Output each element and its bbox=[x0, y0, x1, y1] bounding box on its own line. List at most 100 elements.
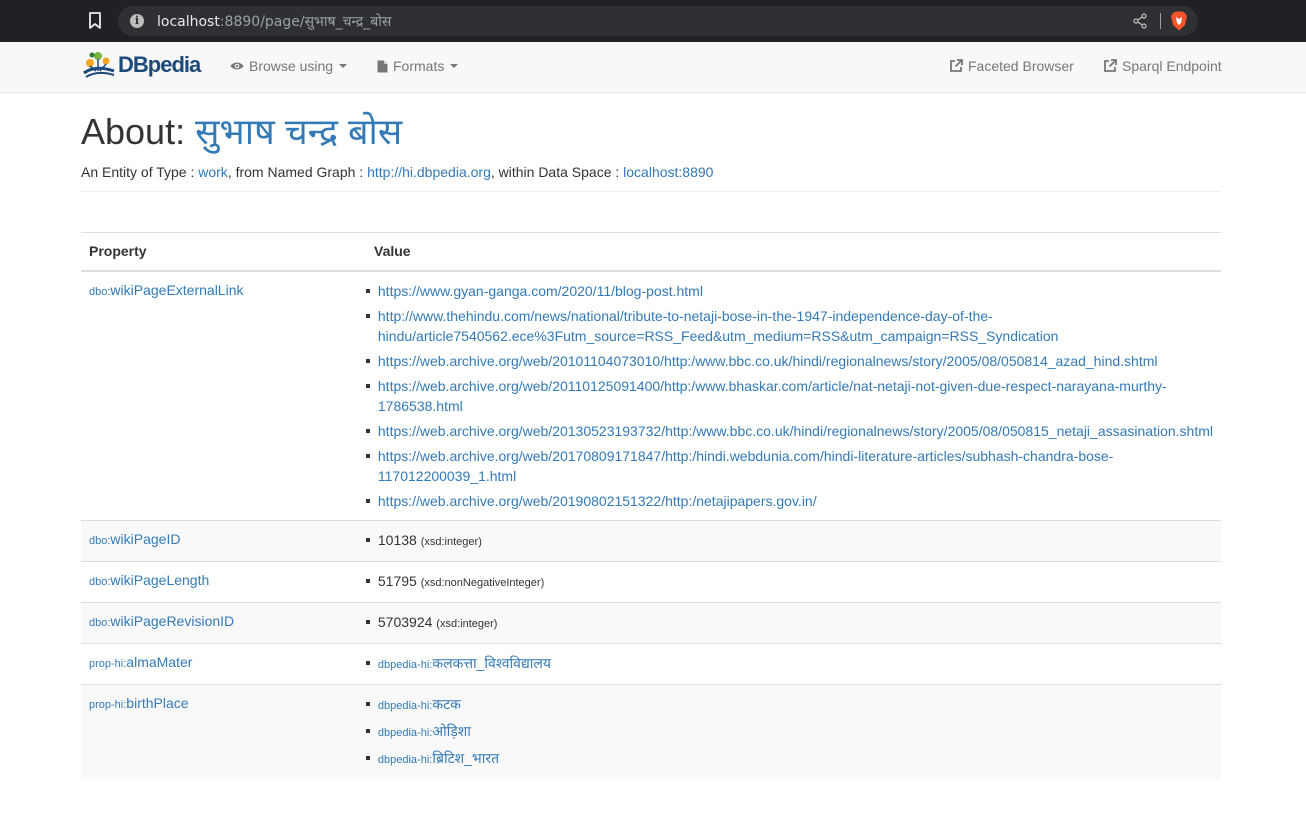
brave-shield-icon[interactable] bbox=[1170, 11, 1188, 31]
data-space-link[interactable]: localhost:8890 bbox=[623, 164, 713, 180]
external-link[interactable]: https://web.archive.org/web/201011040730… bbox=[378, 353, 1158, 369]
value-cell: https://www.gyan-ganga.com/2020/11/blog-… bbox=[365, 270, 1221, 520]
external-link[interactable]: https://web.archive.org/web/201305231937… bbox=[378, 423, 1213, 439]
address-bar[interactable]: i localhost:8890/page/सुभाष_चन्द्र_बोस bbox=[118, 6, 1198, 36]
property-prefix: dbo: bbox=[89, 534, 111, 547]
browser-toolbar: i localhost:8890/page/सुभाष_चन्द्र_बोस bbox=[0, 0, 1306, 42]
external-link-icon bbox=[950, 59, 963, 72]
property-prefix: dbo: bbox=[89, 616, 111, 629]
entity-description: An Entity of Type : work, from Named Gra… bbox=[81, 164, 713, 180]
value-list: https://www.gyan-ganga.com/2020/11/blog-… bbox=[365, 281, 1213, 511]
dbpedia-logo-icon bbox=[83, 52, 115, 78]
datatype-label: (xsd:nonNegativeInteger) bbox=[420, 576, 545, 589]
table-row: dbo:wikiPageLength 51795 (xsd:nonNegativ… bbox=[81, 560, 1221, 602]
list-item: 5703924 (xsd:integer) bbox=[365, 612, 1213, 634]
brand-name: DBpedia bbox=[118, 52, 201, 77]
datatype-label: (xsd:integer) bbox=[420, 535, 482, 548]
resource-link[interactable]: dbpedia-hi:कलकत्ता_विश्वविद्यालय bbox=[378, 655, 551, 671]
eye-icon bbox=[230, 62, 244, 70]
external-link[interactable]: http://www.thehindu.com/news/national/tr… bbox=[378, 308, 1059, 344]
literal-value: 51795 bbox=[377, 572, 417, 589]
named-graph-label: , from Named Graph : bbox=[227, 164, 368, 180]
resource-link[interactable]: dbpedia-hi:ओड़िशा bbox=[378, 723, 471, 739]
external-link[interactable]: https://web.archive.org/web/201101250914… bbox=[378, 378, 1167, 414]
site-navbar: DBpedia Browse using Formats Faceted Bro… bbox=[0, 42, 1306, 93]
bookmark-icon[interactable] bbox=[88, 12, 102, 30]
property-link-wikipagelength[interactable]: dbo:wikiPageLength bbox=[89, 572, 209, 588]
dbpedia-logo[interactable]: DBpedia bbox=[82, 50, 201, 80]
data-space-label: , within Data Space : bbox=[490, 164, 624, 180]
list-item: https://www.gyan-ganga.com/2020/11/blog-… bbox=[365, 281, 1213, 301]
resource-name: ओड़िशा bbox=[432, 722, 471, 739]
address-url[interactable]: localhost:8890/page/सुभाष_चन्द्र_बोस bbox=[157, 12, 391, 31]
property-name: wikiPageExternalLink bbox=[110, 281, 244, 298]
resource-name: ब्रिटिश_भारत bbox=[432, 749, 500, 766]
literal-value: 5703924 bbox=[377, 613, 433, 630]
external-link[interactable]: https://web.archive.org/web/201908021513… bbox=[378, 493, 817, 509]
table-header-row: Property Value bbox=[81, 232, 1221, 272]
chevron-down-icon bbox=[339, 64, 348, 68]
toolbar-divider bbox=[1160, 13, 1161, 29]
list-item: https://web.archive.org/web/201305231937… bbox=[365, 421, 1213, 441]
property-name: wikiPageRevisionID bbox=[110, 612, 235, 629]
url-host: localhost bbox=[157, 14, 220, 30]
table-row: dbo:wikiPageID 10138 (xsd:integer) bbox=[81, 519, 1221, 561]
datatype-label: (xsd:integer) bbox=[436, 617, 498, 630]
property-name: wikiPageID bbox=[110, 530, 181, 547]
resource-link[interactable]: dbpedia-hi:कटक bbox=[378, 696, 461, 712]
sparql-endpoint-link[interactable]: Sparql Endpoint bbox=[1103, 58, 1222, 74]
property-cell: dbo:wikiPageLength bbox=[81, 560, 366, 602]
property-link-wikipageexternallink[interactable]: dbo:wikiPageExternalLink bbox=[89, 282, 244, 298]
table-row: dbo:wikiPageExternalLink https://www.gya… bbox=[81, 270, 1221, 520]
list-item: dbpedia-hi:कलकत्ता_विश्वविद्यालय bbox=[365, 653, 1213, 675]
sparql-endpoint-label: Sparql Endpoint bbox=[1122, 58, 1222, 74]
share-icon[interactable] bbox=[1132, 13, 1148, 29]
value-list: dbpedia-hi:कटक dbpedia-hi:ओड़िशा dbpedia… bbox=[365, 694, 1213, 770]
property-name: wikiPageLength bbox=[110, 571, 210, 588]
table-row: prop-hi:almaMater dbpedia-hi:कलकत्ता_विश… bbox=[81, 642, 1221, 684]
external-link[interactable]: https://web.archive.org/web/201708091718… bbox=[378, 448, 1113, 484]
literal-value: 10138 bbox=[377, 531, 417, 548]
property-link-birthplace[interactable]: prop-hi:birthPlace bbox=[89, 695, 189, 711]
property-name: almaMater bbox=[126, 653, 193, 670]
faceted-browser-link[interactable]: Faceted Browser bbox=[949, 58, 1074, 74]
property-prefix: dbo: bbox=[89, 575, 111, 588]
property-link-wikipagerevisionid[interactable]: dbo:wikiPageRevisionID bbox=[89, 613, 234, 629]
chevron-down-icon bbox=[450, 64, 459, 68]
formats-menu[interactable]: Formats bbox=[377, 58, 459, 74]
property-cell: prop-hi:almaMater bbox=[81, 642, 366, 684]
site-info-icon[interactable]: i bbox=[130, 14, 144, 28]
entity-title-link[interactable]: सुभाष चन्द्र बोस bbox=[195, 111, 402, 152]
browse-using-menu[interactable]: Browse using bbox=[230, 58, 348, 74]
property-link-almamater[interactable]: prop-hi:almaMater bbox=[89, 654, 192, 670]
value-cell: 51795 (xsd:nonNegativeInteger) bbox=[365, 560, 1221, 602]
resource-prefix: dbpedia-hi: bbox=[377, 753, 433, 766]
value-list: 5703924 (xsd:integer) bbox=[365, 612, 1213, 634]
property-cell: prop-hi:birthPlace bbox=[81, 683, 366, 779]
property-prefix: prop-hi: bbox=[89, 657, 127, 670]
resource-prefix: dbpedia-hi: bbox=[377, 726, 433, 739]
value-cell: dbpedia-hi:कटक dbpedia-hi:ओड़िशा dbpedia… bbox=[365, 683, 1221, 779]
value-list: 51795 (xsd:nonNegativeInteger) bbox=[365, 571, 1213, 593]
browse-using-label: Browse using bbox=[249, 58, 334, 74]
entity-type-label: An Entity of Type : bbox=[81, 164, 199, 180]
property-link-wikipageid[interactable]: dbo:wikiPageID bbox=[89, 531, 180, 547]
table-row: dbo:wikiPageRevisionID 5703924 (xsd:inte… bbox=[81, 601, 1221, 643]
list-item: 51795 (xsd:nonNegativeInteger) bbox=[365, 571, 1213, 593]
entity-type-link[interactable]: work bbox=[198, 164, 228, 180]
value-list: dbpedia-hi:कलकत्ता_विश्वविद्यालय bbox=[365, 653, 1213, 675]
property-cell: dbo:wikiPageID bbox=[81, 519, 366, 561]
list-item: dbpedia-hi:कटक bbox=[365, 694, 1213, 716]
value-cell: 10138 (xsd:integer) bbox=[365, 519, 1221, 561]
named-graph-link[interactable]: http://hi.dbpedia.org bbox=[367, 164, 491, 180]
about-prefix: About: bbox=[81, 111, 196, 152]
column-header-property: Property bbox=[89, 243, 147, 260]
file-icon bbox=[377, 60, 388, 72]
column-header-value: Value bbox=[374, 243, 411, 260]
external-link[interactable]: https://www.gyan-ganga.com/2020/11/blog-… bbox=[378, 283, 703, 299]
url-path: :8890/page/सुभाष_चन्द्र_बोस bbox=[219, 14, 392, 30]
list-item: dbpedia-hi:ओड़िशा bbox=[365, 721, 1213, 743]
resource-link[interactable]: dbpedia-hi:ब्रिटिश_भारत bbox=[378, 750, 499, 766]
list-item: https://web.archive.org/web/201011040730… bbox=[365, 351, 1213, 371]
value-cell: 5703924 (xsd:integer) bbox=[365, 601, 1221, 643]
